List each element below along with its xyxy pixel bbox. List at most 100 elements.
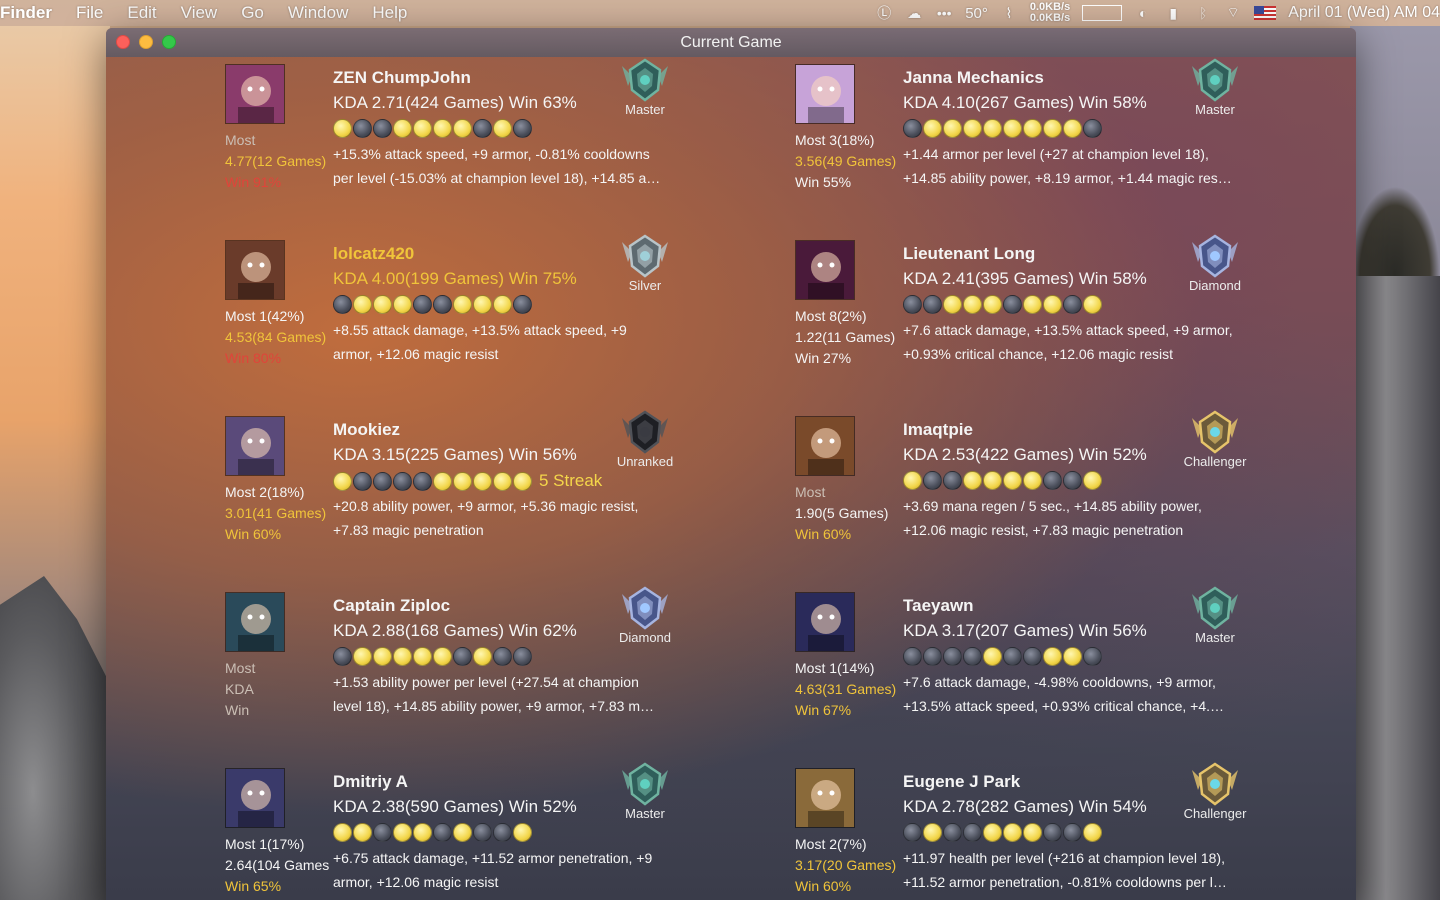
rank-emblem: Diamond: [605, 584, 685, 645]
player-card: Most 1(17%) 2.64(104 Games Win 65% Dmitriy …: [225, 762, 785, 900]
fan-icon[interactable]: ⌇: [1000, 4, 1018, 22]
wifi-icon[interactable]: ⌔: [1224, 4, 1242, 22]
rank-tier-label: Master: [625, 806, 665, 821]
loss-face-icon: [923, 471, 942, 490]
champion-portrait[interactable]: [795, 768, 855, 828]
win-face-icon: [453, 119, 472, 138]
close-button[interactable]: [116, 35, 130, 49]
menu-app-finder[interactable]: Finder: [0, 3, 52, 23]
disk-icon[interactable]: ▮: [1164, 4, 1182, 22]
win-face-icon: [1023, 295, 1042, 314]
most-played-winrate: Win 60%: [795, 878, 852, 894]
network-down: 0.0KB/s: [1029, 12, 1071, 24]
loss-face-icon: [353, 471, 372, 491]
win-face-icon: [943, 119, 962, 138]
rank-emblem: Master: [1175, 584, 1255, 645]
champion-portrait[interactable]: [225, 240, 285, 300]
most-played-rank: Most 1(14%): [795, 660, 875, 676]
rune-stats-line: +7.6 attack damage, +13.5% attack speed,…: [903, 322, 1233, 338]
minimize-button[interactable]: [139, 35, 153, 49]
win-face-icon: [373, 295, 392, 314]
champion-portrait-image: [796, 769, 854, 827]
more-icon[interactable]: •••: [935, 4, 953, 22]
menu-help[interactable]: Help: [372, 3, 407, 23]
loss-face-icon: [493, 647, 512, 666]
rune-stats-line: +11.52 armor penetration, -0.81% cooldow…: [903, 874, 1227, 890]
menu-bar-left: Finder File Edit View Go Window Help: [0, 3, 431, 23]
menu-window[interactable]: Window: [288, 3, 348, 23]
loss-face-icon: [493, 823, 512, 842]
summoner-name[interactable]: Janna Mechanics: [903, 68, 1044, 88]
most-played-stats: Most 3(18%) 3.56(49 Games) Win 55%: [795, 130, 905, 193]
temperature-readout[interactable]: 50°: [965, 5, 988, 22]
loss-face-icon: [513, 295, 532, 314]
loss-face-icon: [903, 119, 922, 138]
win-face-icon: [433, 119, 452, 138]
champion-portrait-image: [226, 241, 284, 299]
champion-portrait[interactable]: [795, 240, 855, 300]
champion-portrait[interactable]: [225, 64, 285, 124]
player-card: Most 1(42%) 4.53(84 Games) Win 80% lolcatz4…: [225, 234, 785, 410]
win-face-icon: [983, 823, 1002, 842]
loss-face-icon: [1043, 823, 1062, 842]
champion-portrait[interactable]: [225, 416, 285, 476]
most-played-stats: Most 1(17%) 2.64(104 Games Win 65%: [225, 834, 335, 897]
rank-tier-label: Unranked: [616, 454, 674, 469]
win-face-icon: [333, 119, 352, 138]
most-played-winrate: Win 27%: [795, 350, 852, 366]
bluetooth-icon[interactable]: ᛒ: [1194, 4, 1212, 22]
summoner-name[interactable]: Dmitriy A: [333, 772, 408, 792]
most-played-kda: KDA: [225, 681, 254, 697]
window-titlebar[interactable]: Current Game: [106, 28, 1356, 57]
most-played-stats: Most 8(2%) 1.22(11 Games) Win 27%: [795, 306, 905, 369]
win-face-icon: [513, 823, 532, 842]
rank-tier-label: Master: [1195, 102, 1235, 117]
win-face-icon: [943, 295, 962, 314]
recent-games: [903, 119, 1102, 138]
rune-stats: +1.53 ability power per level (+27.54 at…: [333, 670, 673, 718]
menu-go[interactable]: Go: [241, 3, 264, 23]
chat-icon[interactable]: ☁: [905, 4, 923, 22]
rune-stats-line: +0.93% critical chance, +12.06 magic res…: [903, 346, 1174, 362]
us-flag-icon[interactable]: [1254, 6, 1277, 20]
most-played-winrate: Win 80%: [225, 350, 282, 366]
summoner-name[interactable]: ZEN ChumpJohn: [333, 68, 471, 88]
most-played-kda: 1.90(5 Games): [795, 505, 889, 521]
champion-portrait[interactable]: [795, 64, 855, 124]
champion-portrait[interactable]: [795, 592, 855, 652]
champion-portrait[interactable]: [225, 592, 285, 652]
rank-emblem-icon: [1192, 762, 1238, 806]
win-face-icon: [453, 823, 472, 842]
most-played-rank: Most 3(18%): [795, 132, 875, 148]
champion-portrait[interactable]: [225, 768, 285, 828]
cpu-graph-icon[interactable]: [1082, 5, 1123, 21]
rank-emblem-icon: [1192, 58, 1238, 102]
rank-emblem: Master: [605, 56, 685, 117]
menu-file[interactable]: File: [76, 3, 103, 23]
network-speed[interactable]: 0.0KB/s 0.0KB/s: [1030, 2, 1070, 24]
most-played-kda: 4.63(31 Games): [795, 681, 897, 697]
rune-stats: +20.8 ability power, +9 armor, +5.36 mag…: [333, 494, 673, 542]
memory-pie-icon[interactable]: ◐: [1134, 4, 1152, 22]
summoner-name[interactable]: Lieutenant Long: [903, 244, 1035, 264]
summoner-name[interactable]: lolcatz420: [333, 244, 414, 264]
summoner-name[interactable]: Captain Ziploc: [333, 596, 450, 616]
loss-face-icon: [473, 823, 492, 842]
win-face-icon: [1003, 823, 1022, 842]
most-played-winrate: Win 60%: [795, 526, 852, 542]
win-face-icon: [1083, 295, 1102, 314]
summoner-name[interactable]: Eugene J Park: [903, 772, 1020, 792]
champion-portrait[interactable]: [795, 416, 855, 476]
champion-portrait-image: [226, 593, 284, 651]
zoom-button[interactable]: [162, 35, 176, 49]
menu-edit[interactable]: Edit: [127, 3, 156, 23]
loss-face-icon: [333, 295, 352, 314]
summoner-name[interactable]: Taeyawn: [903, 596, 974, 616]
kda-summary: KDA 4.10(267 Games) Win 58%: [903, 93, 1147, 112]
lastpass-icon[interactable]: Ⓛ: [875, 4, 893, 22]
most-played-winrate: Win 60%: [225, 526, 282, 542]
menu-bar-clock[interactable]: April 01 (Wed) AM 04: [1288, 4, 1440, 22]
summoner-name[interactable]: Mookiez: [333, 420, 400, 440]
summoner-name[interactable]: Imaqtpie: [903, 420, 973, 440]
menu-view[interactable]: View: [181, 3, 218, 23]
